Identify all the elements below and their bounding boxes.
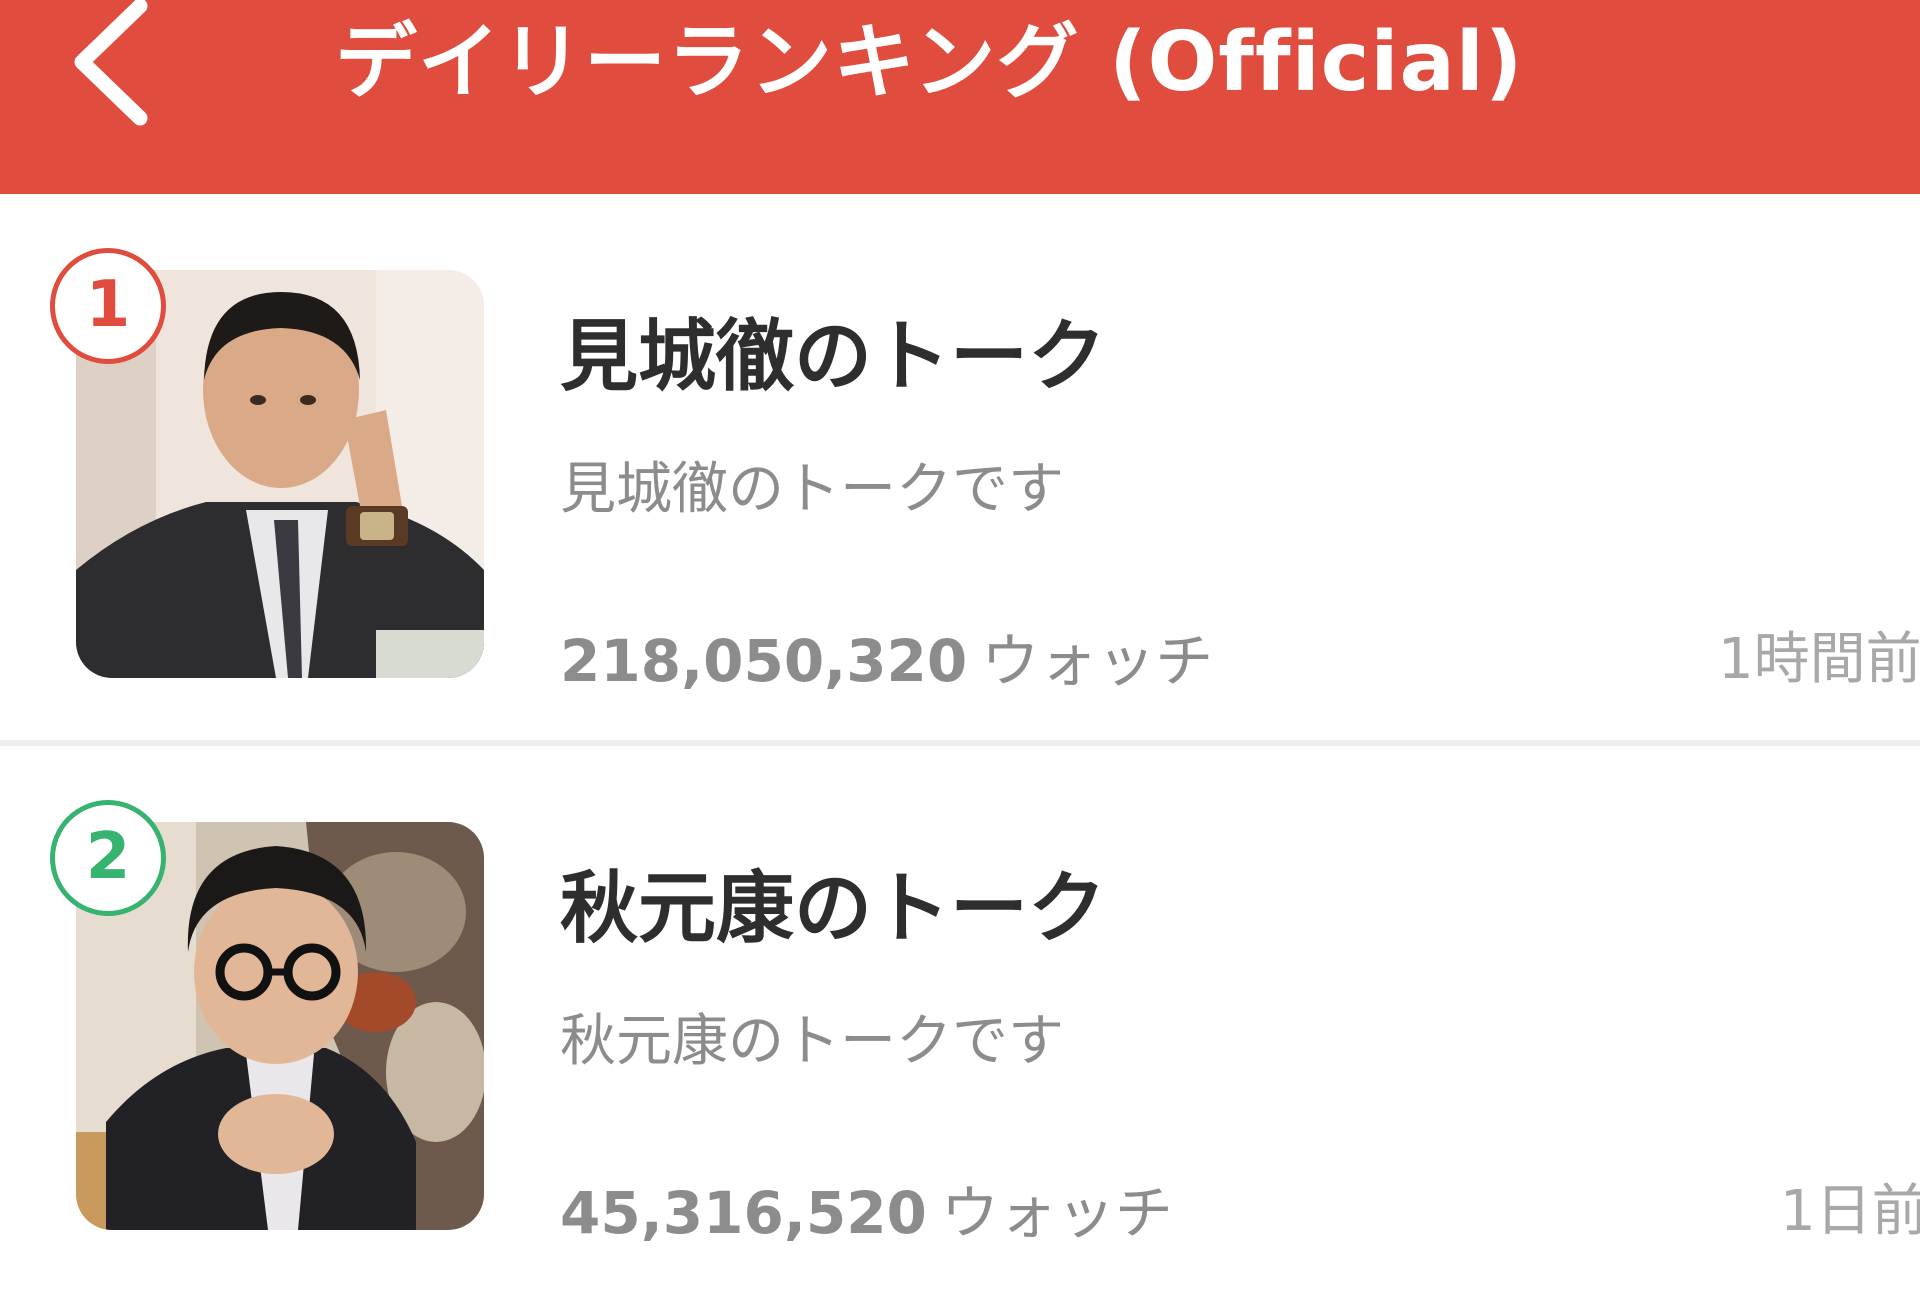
item-title: 秋元康のトーク (560, 864, 1107, 954)
watch-count: 45,316,520 ウォッチ (560, 1166, 1173, 1250)
chevron-left-icon (74, 0, 148, 126)
rank-badge: 2 (50, 800, 166, 916)
watch-count-unit: ウォッチ (940, 1179, 1173, 1247)
page-title: デイリーランキング (Official) (335, 15, 1524, 110)
item-timestamp: 1時間前 (1718, 627, 1920, 692)
item-title: 見城徹のトーク (560, 312, 1107, 402)
ranking-item-2[interactable]: 2 秋元康のトーク 秋元康のトークです 45,316,520 ウォッチ 1日前 (0, 746, 1920, 1292)
item-description: 秋元康のトークです (560, 1009, 1064, 1074)
ranking-page: デイリーランキング (Official) 1 見城徹のトーク 見城徹のトークです… (0, 0, 1920, 1292)
ranking-item-1[interactable]: 1 見城徹のトーク 見城徹のトークです 218,050,320 ウォッチ 1時間前 (0, 194, 1920, 746)
ranking-list: 1 見城徹のトーク 見城徹のトークです 218,050,320 ウォッチ 1時間前 (0, 194, 1920, 1292)
app-header: デイリーランキング (Official) (0, 0, 1920, 194)
watch-count-value: 218,050,320 (560, 627, 968, 695)
item-timestamp: 1日前 (1780, 1179, 1920, 1244)
back-button[interactable] (60, 0, 170, 130)
watch-count-value: 45,316,520 (560, 1179, 927, 1247)
watch-count: 218,050,320 ウォッチ (560, 614, 1213, 698)
watch-count-unit: ウォッチ (981, 627, 1214, 695)
rank-badge: 1 (50, 248, 166, 364)
item-description: 見城徹のトークです (560, 457, 1064, 522)
